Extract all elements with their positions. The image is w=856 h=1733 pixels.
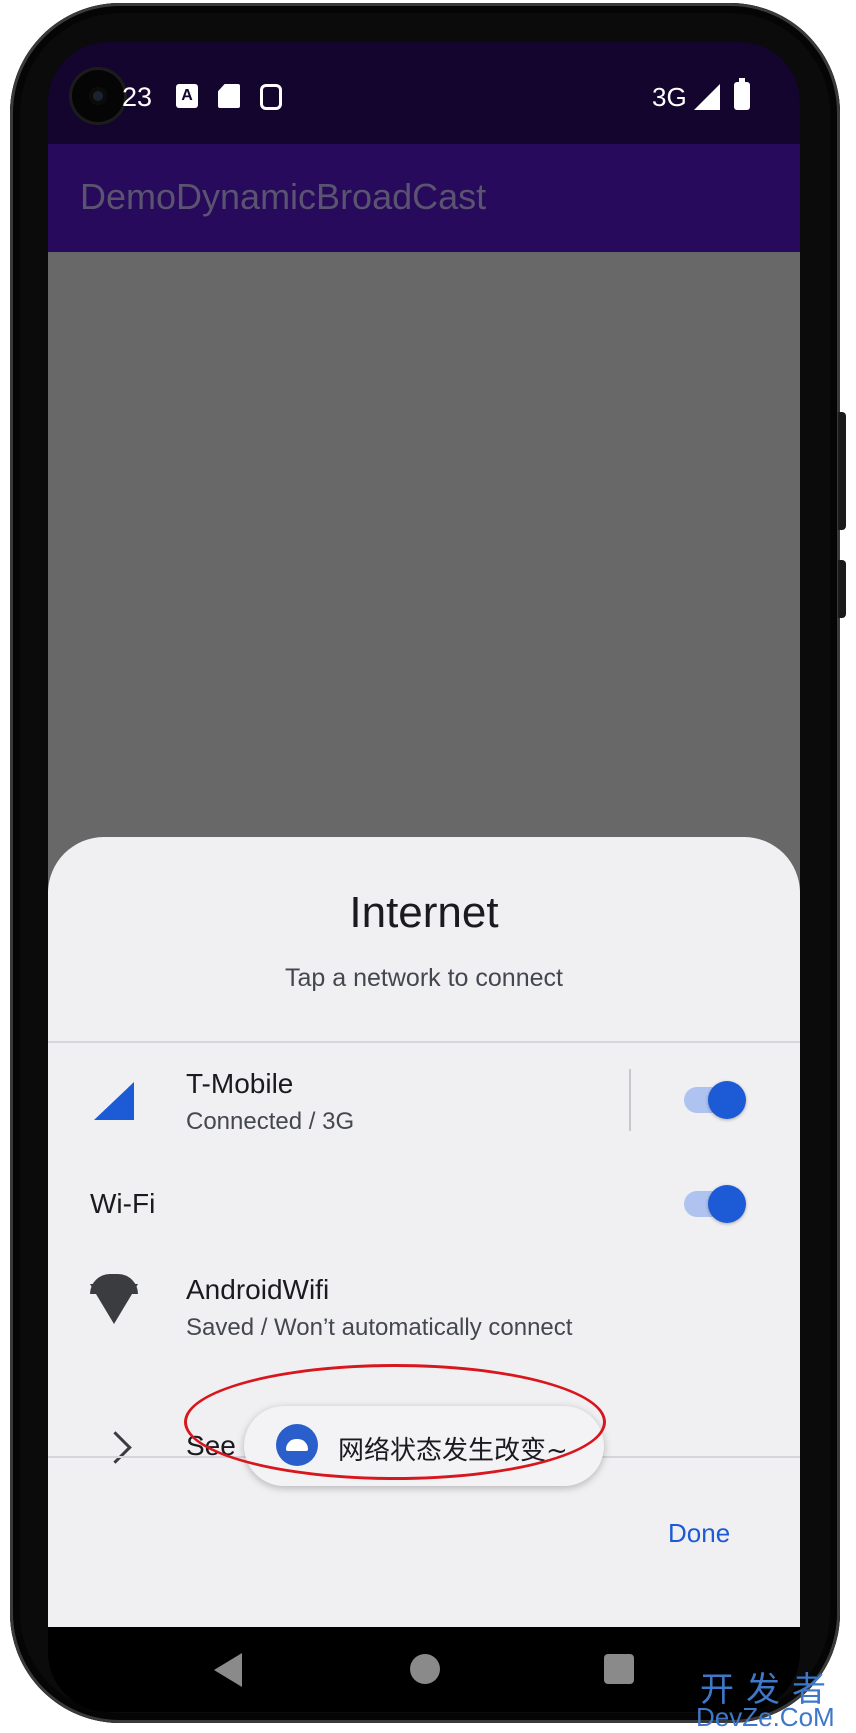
phone-screen: 23 A 3G DemoDynamicBroadCast Internet Ta… (48, 42, 800, 1712)
home-icon[interactable] (410, 1654, 440, 1684)
toggle-thumb (708, 1081, 746, 1119)
toggle-thumb (708, 1185, 746, 1223)
saved-network-name: AndroidWifi (186, 1274, 330, 1305)
wifi-label: Wi-Fi (90, 1188, 156, 1219)
battery-icon (734, 78, 750, 110)
back-icon[interactable] (214, 1653, 242, 1687)
mobile-network-status: Connected / 3G (186, 1108, 355, 1135)
recents-icon[interactable] (604, 1654, 634, 1684)
mobile-data-toggle[interactable] (684, 1078, 750, 1122)
watermark-en: DevZe.CoM (696, 1702, 835, 1732)
status-time: 23 (122, 82, 153, 112)
saved-network-status: Saved / Won’t automatically connect (186, 1314, 573, 1341)
app-title: DemoDynamicBroadCast (80, 176, 487, 217)
divider (48, 1041, 800, 1043)
sd-card-icon (218, 84, 240, 108)
volume-button (838, 560, 846, 618)
panel-title: Internet (349, 888, 499, 937)
mobile-network-name: T-Mobile (186, 1068, 294, 1099)
robot-icon (260, 84, 282, 110)
internet-panel (48, 837, 800, 1627)
panel-subtitle: Tap a network to connect (285, 964, 563, 992)
camera-icon (72, 70, 124, 122)
wifi-icon (90, 1274, 138, 1324)
highlight-ellipse (184, 1364, 606, 1480)
power-button (838, 412, 846, 530)
vertical-divider (629, 1069, 631, 1131)
status-bar (48, 42, 800, 144)
text-notification-icon: A (176, 84, 198, 108)
wifi-toggle[interactable] (684, 1182, 750, 1226)
network-type: 3G (652, 82, 687, 112)
done-button[interactable]: Done (668, 1518, 730, 1549)
